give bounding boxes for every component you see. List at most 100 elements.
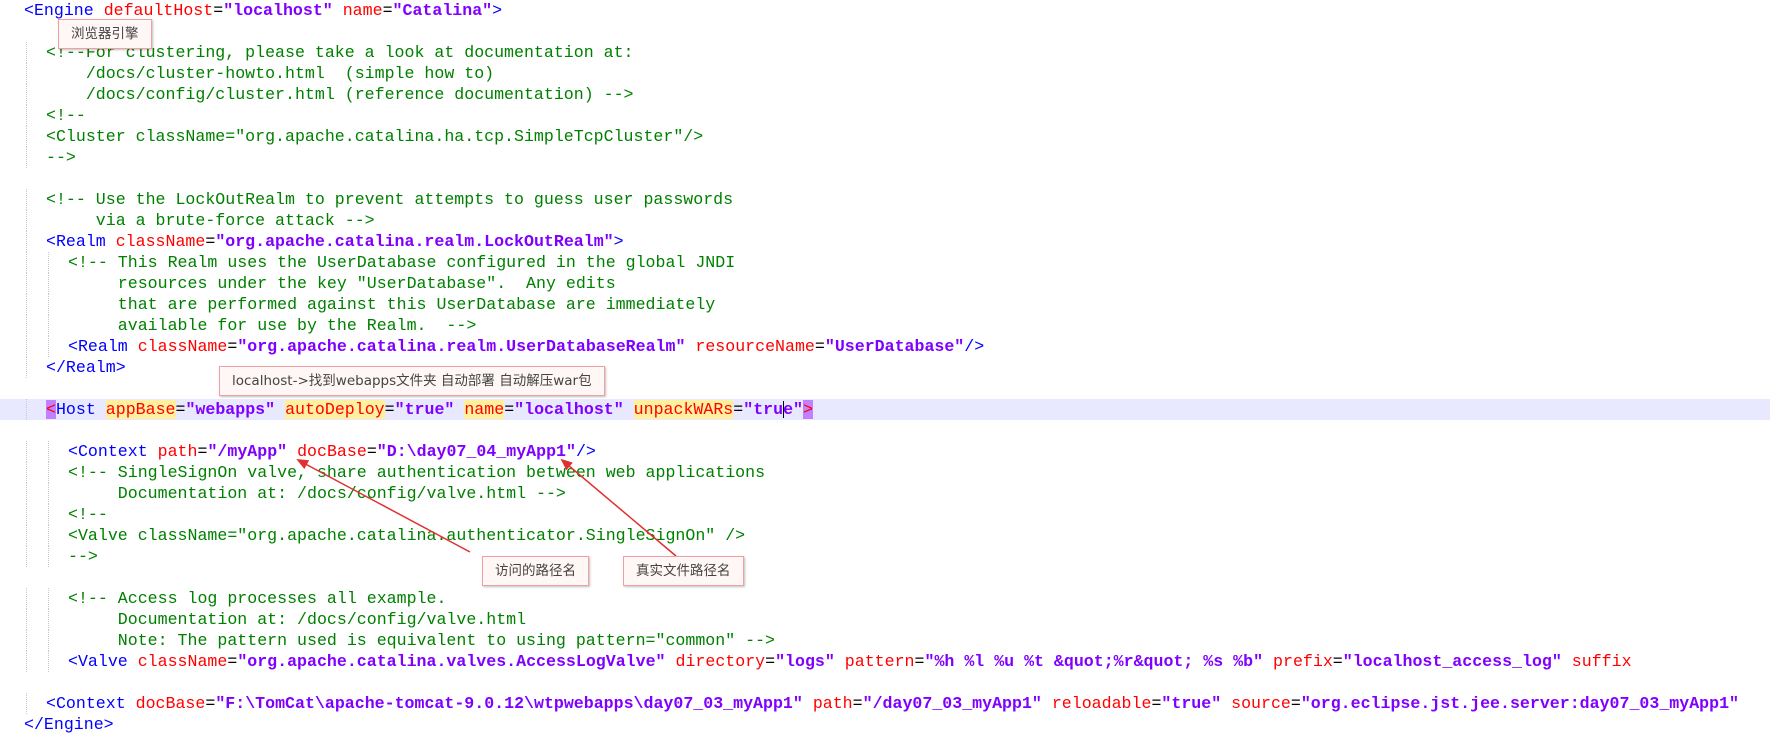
code-token: = [366,442,377,461]
indent-guide [26,126,27,147]
code-token: Host [55,400,96,419]
code-line[interactable]: <!-- Access log processes all example. [0,588,1770,609]
code-token: <Realm [68,337,128,356]
code-line[interactable]: <Context path="/myApp" docBase="D:\day07… [0,441,1770,462]
annotation-docbase: 真实文件路径名 [623,556,744,586]
code-text: available for use by the Realm. --> [68,315,477,336]
code-line[interactable]: <!-- [0,105,1770,126]
code-line[interactable]: <Realm className="org.apache.catalina.re… [0,336,1770,357]
code-line[interactable]: <!--For clustering, please take a look a… [0,42,1770,63]
code-line[interactable]: --> [0,546,1770,567]
code-token: Documentation at: /docs/config/valve.htm… [68,610,527,629]
code-line[interactable]: Documentation at: /docs/config/valve.htm… [0,483,1770,504]
code-token: </Engine> [24,715,114,734]
code-line[interactable]: available for use by the Realm. --> [0,315,1770,336]
code-token: <Cluster className="org.apache.catalina.… [46,127,704,146]
code-token: unpackWARs [633,400,734,419]
code-line[interactable]: <!-- [0,504,1770,525]
code-token: > [613,232,624,251]
code-token: "localhost" [223,1,333,20]
code-line[interactable]: <Context docBase="F:\TomCat\apache-tomca… [0,693,1770,714]
indent-guide [26,588,27,609]
code-token: = [382,1,393,20]
code-token: = [227,337,238,356]
code-line[interactable]: <Cluster className="org.apache.catalina.… [0,126,1770,147]
code-token: via a brute-force attack --> [46,211,375,230]
code-token: --> [68,547,98,566]
code-token: <Valve [68,652,128,671]
code-line[interactable]: </Engine> [0,714,1770,735]
code-token: "%h %l %u %t &quot;%r&quot; %s %b" [924,652,1264,671]
indent-guide [26,189,27,210]
code-token: = [1332,652,1343,671]
current-code-line[interactable]: <Host appBase="webapps" autoDeploy="true… [0,399,1770,420]
code-text: <Host appBase="webapps" autoDeploy="true… [46,399,813,420]
annotation-path: 访问的路径名 [482,556,589,586]
code-text: /docs/config/cluster.html (reference doc… [46,84,634,105]
code-token: <!-- Use the LockOutRealm to prevent att… [46,190,734,209]
code-token: = [227,652,238,671]
code-line[interactable]: <Engine defaultHost="localhost" name="Ca… [0,0,1770,21]
code-token: resourceName [695,337,815,356]
indent-guide [26,63,27,84]
code-line[interactable] [0,168,1770,189]
code-line[interactable]: <!-- This Realm uses the UserDatabase co… [0,252,1770,273]
code-token: < [46,400,56,419]
code-line[interactable]: /docs/config/cluster.html (reference doc… [0,84,1770,105]
code-line[interactable]: Note: The pattern used is equivalent to … [0,630,1770,651]
code-line[interactable]: that are performed against this UserData… [0,294,1770,315]
code-line[interactable]: /docs/cluster-howto.html (simple how to) [0,63,1770,84]
code-token: autoDeploy [285,400,385,419]
code-line[interactable]: <!-- Use the LockOutRealm to prevent att… [0,189,1770,210]
code-line[interactable] [0,21,1770,42]
code-line[interactable]: <!-- SingleSignOn valve, share authentic… [0,462,1770,483]
code-line[interactable]: <Valve className="org.apache.catalina.va… [0,651,1770,672]
code-text: <!-- Access log processes all example. [68,588,446,609]
code-token: /> [964,337,985,356]
code-token: = [205,694,216,713]
code-token: Note: The pattern used is equivalent to … [68,631,776,650]
code-line[interactable] [0,567,1770,588]
code-token: --> [46,148,76,167]
code-token: /docs/cluster-howto.html (simple how to) [46,64,495,83]
annotation-engine: 浏览器引擎 [58,19,152,49]
code-token: = [205,232,216,251]
code-line[interactable]: <Valve className="org.apache.catalina.au… [0,525,1770,546]
code-token: <Context [46,694,126,713]
code-line[interactable]: Documentation at: /docs/config/valve.htm… [0,609,1770,630]
code-token: > [803,400,813,419]
code-token: appBase [105,400,176,419]
code-line[interactable]: <Realm className="org.apache.catalina.re… [0,231,1770,252]
code-token: = [384,400,395,419]
indent-guide [48,441,49,462]
code-token: name [464,400,505,419]
indent-guide [26,483,27,504]
code-line[interactable]: via a brute-force attack --> [0,210,1770,231]
code-line[interactable] [0,672,1770,693]
code-text: <Context docBase="F:\TomCat\apache-tomca… [46,693,1739,714]
code-token: source [1231,694,1291,713]
code-line[interactable] [0,420,1770,441]
code-token: path [157,442,198,461]
code-text: /docs/cluster-howto.html (simple how to) [46,63,494,84]
code-token: "localhost_access_log" [1342,652,1562,671]
code-text: --> [46,147,76,168]
code-token: > [492,1,503,20]
text-caret [782,401,784,419]
code-line[interactable]: --> [0,147,1770,168]
code-token: = [504,400,515,419]
code-text: <!-- This Realm uses the UserDatabase co… [68,252,735,273]
annotation-host: localhost->找到webapps文件夹 自动部署 自动解压war包 [219,366,605,396]
code-token: <Context [68,442,148,461]
code-token: "UserDatabase" [824,337,965,356]
code-text: <Realm className="org.apache.catalina.re… [46,231,624,252]
code-token: pattern [844,652,915,671]
code-line[interactable]: resources under the key "UserDatabase". … [0,273,1770,294]
indent-guide [26,315,27,336]
indent-guide [26,84,27,105]
